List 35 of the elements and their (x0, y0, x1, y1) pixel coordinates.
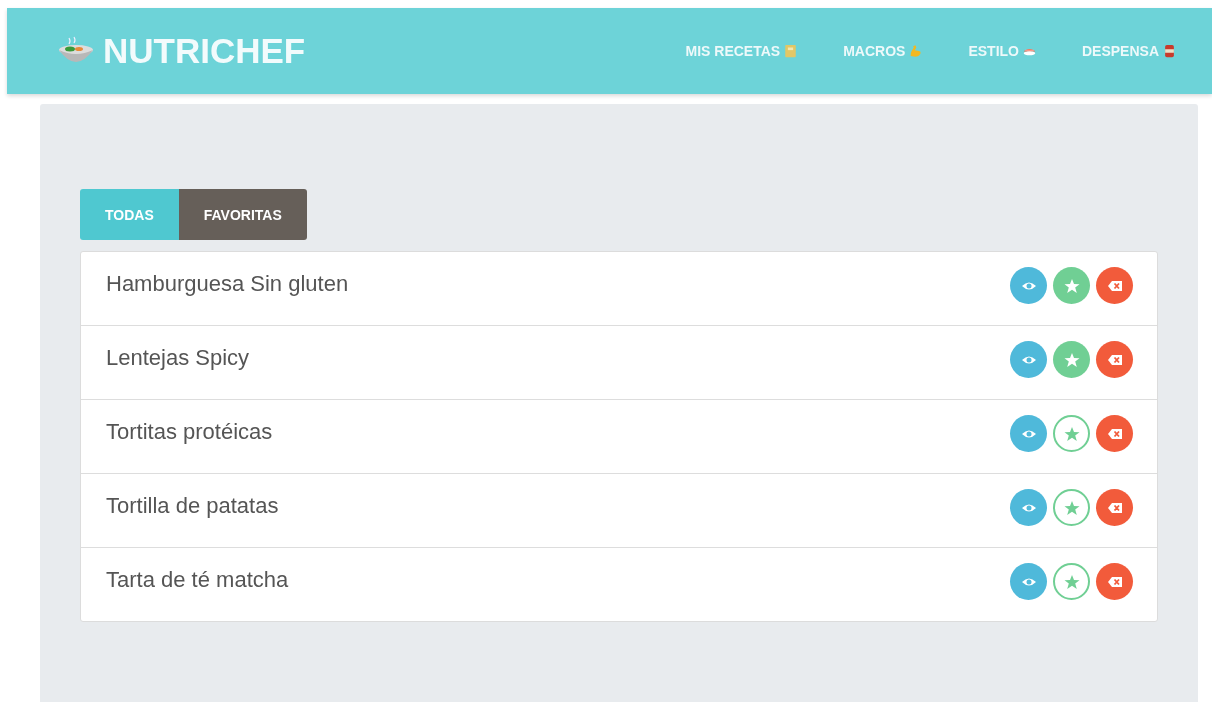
favorite-button[interactable] (1053, 563, 1090, 600)
brand-title: NUTRICHEF (103, 31, 306, 71)
flexed-arm-icon (909, 44, 923, 58)
star-icon (1063, 425, 1080, 442)
delete-button[interactable] (1096, 341, 1133, 378)
nav-link[interactable]: MACROS (843, 43, 923, 59)
favorite-button[interactable] (1053, 415, 1090, 452)
filter-tab[interactable]: FAVORITAS (178, 189, 307, 240)
star-icon (1063, 499, 1080, 516)
delete-button[interactable] (1096, 563, 1133, 600)
recipe-name: Tarta de té matcha (106, 567, 289, 593)
star-icon (1063, 351, 1080, 368)
recipe-name: Tortitas protéicas (106, 419, 273, 445)
can-icon (1163, 44, 1176, 58)
favorite-button[interactable] (1053, 341, 1090, 378)
view-button[interactable] (1010, 489, 1047, 526)
favorite-button[interactable] (1053, 489, 1090, 526)
nav-link[interactable]: DESPENSA (1081, 43, 1176, 59)
recipe-name: Lentejas Spicy (106, 345, 250, 371)
delete-button[interactable] (1096, 267, 1133, 304)
nav-link[interactable]: MIS RECETAS (685, 43, 798, 59)
nav-link[interactable]: ESTILO (968, 43, 1036, 59)
favorite-button[interactable] (1053, 267, 1090, 304)
notebook-icon (784, 44, 798, 58)
view-button[interactable] (1010, 415, 1047, 452)
view-button[interactable] (1010, 341, 1047, 378)
filter-tab[interactable]: TODAS (80, 189, 179, 240)
delete-button[interactable] (1096, 489, 1133, 526)
recipe-name: Hamburguesa Sin gluten (106, 271, 349, 297)
view-button[interactable] (1010, 563, 1047, 600)
view-button[interactable] (1010, 267, 1047, 304)
star-icon (1063, 277, 1080, 294)
delete-button[interactable] (1096, 415, 1133, 452)
star-icon (1063, 573, 1080, 590)
recipe-name: Tortilla de patatas (106, 493, 279, 519)
